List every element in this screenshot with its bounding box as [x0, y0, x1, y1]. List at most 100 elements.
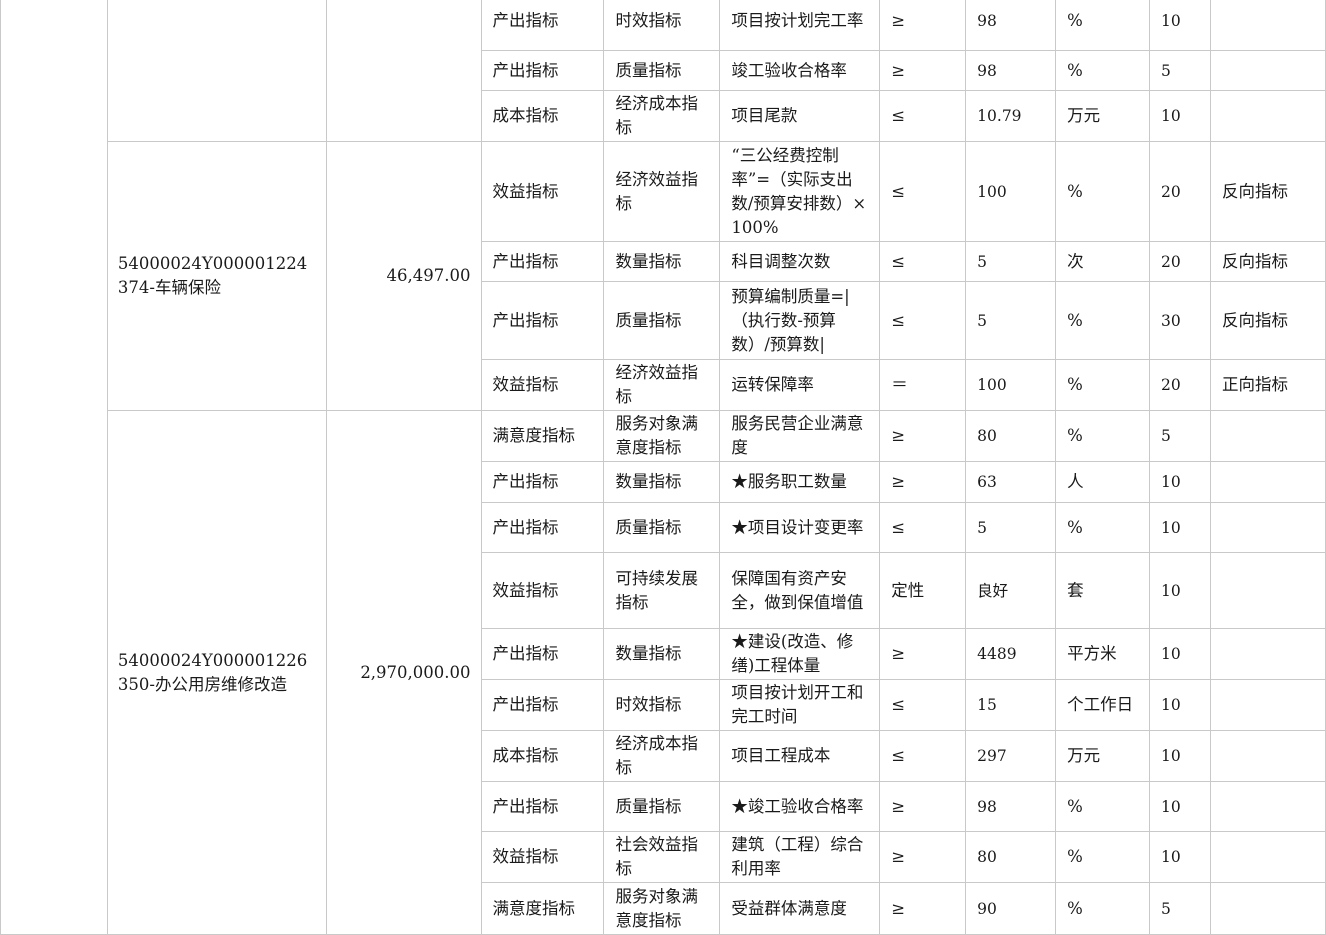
metric-level1-cell: 产出指标 [480, 241, 605, 282]
project-name-cell [106, 0, 327, 142]
comparison-operator-cell: ≤ [879, 141, 967, 242]
comparison-operator-cell: ≥ [879, 461, 967, 503]
target-value-cell: 4489 [965, 628, 1057, 680]
metric-level2-cell: 经济成本指标 [603, 730, 721, 782]
metric-level2-cell: 社会效益指标 [603, 831, 721, 883]
left-margin-cell [0, 0, 108, 935]
metric-level2-cell: 服务对象满意度指标 [603, 410, 721, 462]
metric-level1-cell: 效益指标 [480, 552, 605, 629]
direction-cell [1210, 628, 1326, 680]
target-value-cell: 90 [965, 882, 1057, 935]
weight-cell: 5 [1149, 882, 1212, 935]
metric-level1-cell: 成本指标 [480, 90, 605, 142]
comparison-operator-cell: ≥ [879, 628, 967, 680]
unit-cell: 万元 [1055, 730, 1151, 782]
unit-cell: 人 [1055, 461, 1151, 503]
metric-name-cell: 服务民营企业满意度 [719, 410, 881, 462]
metric-level1-cell: 产出指标 [480, 781, 605, 832]
comparison-operator-cell: ≥ [879, 781, 967, 832]
metric-level2-cell: 服务对象满意度指标 [603, 882, 721, 935]
weight-cell: 10 [1149, 831, 1212, 883]
direction-cell [1210, 730, 1326, 782]
metric-level1-cell: 成本指标 [480, 730, 605, 782]
metric-level2-cell: 经济效益指标 [603, 359, 721, 411]
metric-level1-cell: 产出指标 [480, 628, 605, 680]
unit-cell: 平方米 [1055, 628, 1151, 680]
direction-cell: 正向指标 [1210, 359, 1326, 411]
target-value-cell: 100 [965, 141, 1057, 242]
metric-level1-cell: 产出指标 [480, 679, 605, 731]
unit-cell: % [1055, 781, 1151, 832]
metric-name-cell: 建筑（工程）综合利用率 [719, 831, 881, 883]
unit-cell: % [1055, 359, 1151, 411]
metric-name-cell: 竣工验收合格率 [719, 50, 881, 91]
target-value-cell: 5 [965, 281, 1057, 360]
direction-cell: 反向指标 [1210, 141, 1326, 242]
direction-cell [1210, 50, 1326, 91]
metric-level2-cell: 质量指标 [603, 781, 721, 832]
comparison-operator-cell: ≥ [879, 0, 967, 51]
metric-level1-cell: 效益指标 [480, 359, 605, 411]
direction-cell [1210, 781, 1326, 832]
table-row: 54000024Y000001224374-车辆保险 46,497.00 效益指标经… [1, 141, 1326, 411]
metric-level1-cell: 效益指标 [480, 141, 605, 242]
metric-level2-cell: 可持续发展指标 [603, 552, 721, 629]
metric-level1-cell: 产出指标 [480, 0, 605, 51]
metric-level2-cell: 经济成本指标 [603, 90, 721, 142]
target-value-cell: 100 [965, 359, 1057, 411]
weight-cell: 10 [1149, 552, 1212, 629]
weight-cell: 5 [1149, 50, 1212, 91]
metric-level2-cell: 质量指标 [603, 281, 721, 360]
metric-level1-cell: 产出指标 [480, 461, 605, 503]
metric-name-cell: 保障国有资产安全，做到保值增值 [719, 552, 881, 629]
comparison-operator-cell: ≤ [879, 241, 967, 282]
target-value-cell: 10.79 [965, 90, 1057, 142]
direction-cell [1210, 679, 1326, 731]
metric-name-cell: 项目尾款 [719, 90, 881, 142]
direction-cell [1210, 410, 1326, 462]
metric-level2-cell: 经济效益指标 [603, 141, 721, 242]
target-value-cell: 98 [965, 50, 1057, 91]
metric-name-cell: 运转保障率 [719, 359, 881, 411]
metric-level1-cell: 满意度指标 [480, 410, 605, 462]
metric-level2-cell: 时效指标 [603, 679, 721, 731]
weight-cell: 10 [1149, 628, 1212, 680]
comparison-operator-cell: ≤ [879, 502, 967, 553]
unit-cell: 次 [1055, 241, 1151, 282]
direction-cell [1210, 461, 1326, 503]
weight-cell: 20 [1149, 141, 1212, 242]
comparison-operator-cell: ≤ [879, 281, 967, 360]
unit-cell: % [1055, 141, 1151, 242]
metric-name-cell: 受益群体满意度 [719, 882, 881, 935]
weight-cell: 30 [1149, 281, 1212, 360]
unit-cell: 个工作日 [1055, 679, 1151, 731]
target-value-cell: 98 [965, 781, 1057, 832]
unit-cell: 万元 [1055, 90, 1151, 142]
unit-cell: % [1055, 410, 1151, 462]
target-value-cell: 98 [965, 0, 1057, 51]
unit-cell: % [1055, 831, 1151, 883]
comparison-operator-cell: ＝ [879, 359, 967, 411]
weight-cell: 10 [1149, 90, 1212, 142]
project-amount-cell: 2,970,000.00 [325, 410, 482, 935]
metric-name-cell: ★建设(改造、修缮)工程体量 [719, 628, 881, 680]
comparison-operator-cell: ≥ [879, 831, 967, 883]
metric-level1-cell: 满意度指标 [480, 882, 605, 935]
project-amount-cell: 46,497.00 [325, 141, 482, 411]
weight-cell: 10 [1149, 0, 1212, 51]
direction-cell: 反向指标 [1210, 281, 1326, 360]
unit-cell: 套 [1055, 552, 1151, 629]
comparison-operator-cell: ≤ [879, 679, 967, 731]
metric-level2-cell: 质量指标 [603, 502, 721, 553]
direction-cell [1210, 552, 1326, 629]
weight-cell: 10 [1149, 502, 1212, 553]
project-amount-cell [325, 0, 482, 142]
unit-cell: % [1055, 281, 1151, 360]
unit-cell: % [1055, 882, 1151, 935]
target-value-cell: 5 [965, 241, 1057, 282]
target-value-cell: 良好 [965, 552, 1057, 629]
project-name-cell: 54000024Y000001226350-办公用房维修改造 [106, 410, 327, 935]
direction-cell [1210, 502, 1326, 553]
target-value-cell: 80 [965, 410, 1057, 462]
weight-cell: 5 [1149, 410, 1212, 462]
